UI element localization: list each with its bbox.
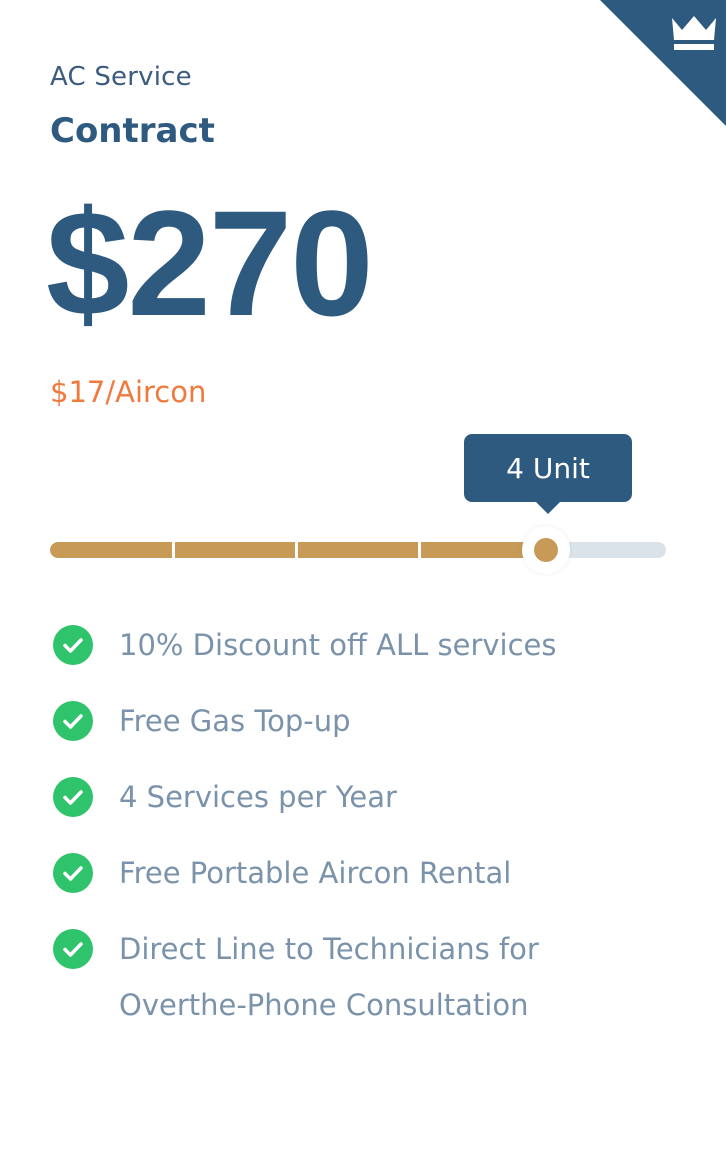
slider-tick bbox=[295, 542, 298, 558]
slider-fill bbox=[50, 542, 546, 558]
price-per-unit: $17/Aircon bbox=[50, 375, 207, 409]
feature-text: Direct Line to Technicians for Overthe-P… bbox=[119, 932, 539, 1022]
feature-text: Free Gas Top-up bbox=[119, 704, 351, 738]
plan-name: Contract bbox=[50, 111, 215, 151]
check-circle-icon bbox=[53, 853, 93, 893]
price: $270 bbox=[46, 179, 374, 347]
pricing-card: AC Service Contract $270 $17/Aircon 4 Un… bbox=[0, 0, 726, 1176]
check-circle-icon bbox=[53, 777, 93, 817]
unit-slider[interactable] bbox=[50, 526, 666, 574]
slider-tick bbox=[172, 542, 175, 558]
check-circle-icon bbox=[53, 929, 93, 969]
feature-text: 4 Services per Year bbox=[119, 780, 397, 814]
unit-count-tooltip: 4 Unit bbox=[464, 434, 632, 514]
slider-track[interactable] bbox=[50, 542, 666, 558]
slider-tick bbox=[418, 542, 421, 558]
crown-icon bbox=[672, 16, 716, 50]
feature-text: Free Portable Aircon Rental bbox=[119, 856, 512, 890]
slider-handle[interactable] bbox=[522, 526, 570, 574]
feature-text: 10% Discount off ALL services bbox=[119, 628, 557, 662]
check-circle-icon bbox=[53, 701, 93, 741]
service-label: AC Service bbox=[50, 62, 192, 92]
check-circle-icon bbox=[53, 625, 93, 665]
